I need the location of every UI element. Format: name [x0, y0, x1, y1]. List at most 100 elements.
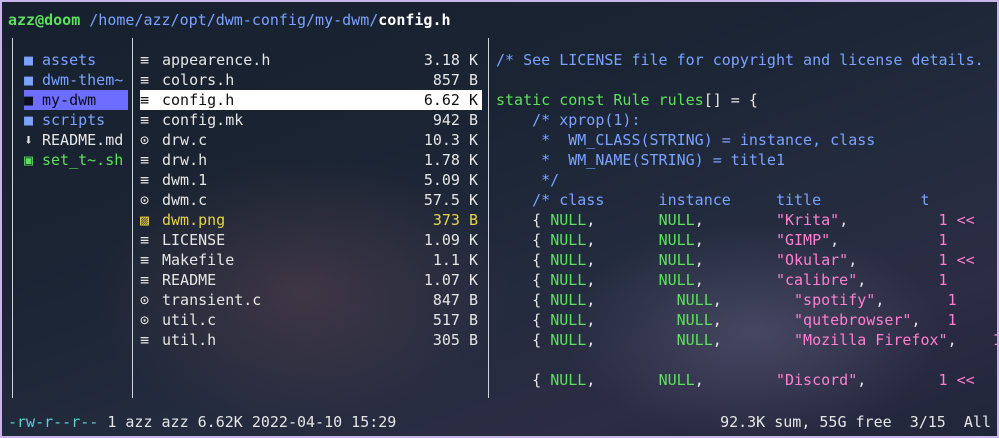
file-info: 1 azz azz 6.62K 2022-04-10 15:29: [98, 413, 397, 431]
file-row[interactable]: ⊙ dwm.c 57.5 K: [140, 190, 482, 210]
code-token: NULL: [550, 271, 587, 289]
code-line: /* class instance title t: [496, 190, 929, 210]
code-token: ,: [848, 251, 939, 269]
file-row[interactable]: ≡ config.h 6.62 K: [140, 90, 482, 110]
code-token: ,: [694, 251, 776, 269]
list-item[interactable]: ■ my-dwm: [24, 90, 128, 110]
code-line: { NULL, NULL, "calibre", 1: [496, 270, 947, 290]
text-file-icon: ≡: [140, 171, 150, 189]
list-item-name: scripts: [42, 111, 106, 129]
file-row[interactable]: ⊙ drw.c 10.3 K: [140, 130, 482, 150]
file-row[interactable]: ≡ LICENSE 1.09 K: [140, 230, 482, 250]
code-token: NULL: [676, 291, 713, 309]
code-line: { NULL, NULL, "GIMP", 1: [496, 230, 947, 250]
code-token: NULL: [658, 231, 695, 249]
list-item[interactable]: ■ dwm-them~: [24, 70, 128, 90]
image-file-icon: ▨: [140, 211, 150, 229]
file-name: util.c: [162, 311, 217, 329]
terminal-window: azz@doom /home/azz/opt/dwm-config/my-dwm…: [2, 2, 997, 436]
code-line: */: [496, 170, 559, 190]
code-token: 1 <<: [938, 251, 975, 269]
file-name: transient.c: [162, 291, 262, 309]
code-token: 1: [993, 331, 997, 349]
code-token: ,: [586, 251, 659, 269]
code-token: "Okular": [775, 251, 849, 269]
code-token: NULL: [550, 311, 587, 329]
file-size: 5.09 K: [423, 171, 478, 189]
file-row[interactable]: ≡ drw.h 1.78 K: [140, 150, 482, 170]
code-token: ,: [586, 331, 677, 349]
text-file-icon: ≡: [140, 151, 150, 169]
file-row[interactable]: ≡ appearence.h 3.18 K: [140, 50, 482, 70]
code-token: NULL: [550, 331, 587, 349]
file-row[interactable]: ⊙ util.c 517 B: [140, 310, 482, 330]
code-token: NULL: [550, 371, 587, 389]
file-row[interactable]: ⊙ transient.c 847 B: [140, 290, 482, 310]
terminal-icon: ▣: [24, 151, 34, 169]
code-token: ,: [586, 291, 677, 309]
code-line: { NULL, NULL, "Discord", 1 <<: [496, 370, 975, 390]
code-line: * WM_CLASS(STRING) = instance, class: [496, 130, 875, 150]
file-size: 57.5 K: [423, 191, 478, 209]
file-row[interactable]: ≡ colors.h 857 B: [140, 70, 482, 90]
code-line: { NULL, NULL, "spotify", 1: [496, 290, 957, 310]
code-token: ,: [911, 311, 948, 329]
file-row[interactable]: ≡ util.h 305 B: [140, 330, 482, 350]
list-item[interactable]: ⬇ README.md: [24, 130, 128, 150]
text-file-icon: ≡: [140, 331, 150, 349]
text-file-icon: ≡: [140, 271, 150, 289]
code-token: 1: [947, 311, 957, 329]
code-token: {: [496, 291, 551, 309]
file-name: config.h: [162, 91, 235, 109]
file-size: 1.07 K: [423, 271, 478, 289]
file-row[interactable]: ≡ Makefile 1.1 K: [140, 250, 482, 270]
code-token: "qutebrowser": [794, 311, 912, 329]
c-file-icon: ⊙: [140, 311, 150, 329]
file-size: 6.62 K: [423, 91, 478, 109]
code-token: ,: [712, 291, 795, 309]
file-row[interactable]: ≡ dwm.1 5.09 K: [140, 170, 482, 190]
code-token: /* class instance title t: [496, 191, 930, 209]
folder-icon: ■: [24, 51, 34, 69]
file-row[interactable]: ≡ config.mk 942 B: [140, 110, 482, 130]
file-row[interactable]: ▨ dwm.png 373 B: [140, 210, 482, 230]
folder-icon: ■: [24, 71, 34, 89]
file-size: 1.09 K: [423, 231, 478, 249]
file-size: 305 B: [432, 331, 478, 349]
code-token: {: [496, 371, 551, 389]
text-file-icon: ≡: [140, 51, 150, 69]
file-name: LICENSE: [162, 231, 226, 249]
code-line: static const Rule rules[] = {: [496, 90, 758, 110]
path-header: azz@doom /home/azz/opt/dwm-config/my-dwm…: [8, 10, 451, 30]
code-line: { NULL, NULL, "Krita", 1 <<: [496, 210, 975, 230]
user-host: azz@doom: [8, 11, 81, 29]
c-file-icon: ⊙: [140, 191, 150, 209]
code-token: ,: [586, 271, 659, 289]
code-token: NULL: [550, 291, 587, 309]
code-line: { NULL, NULL, "Okular", 1 <<: [496, 250, 975, 270]
download-icon: ⬇: [24, 131, 34, 149]
code-token: rules: [658, 91, 704, 109]
code-token: 1: [947, 291, 957, 309]
status-bar-left: -rw-r--r-- 1 azz azz 6.62K 2022-04-10 15…: [8, 412, 396, 432]
code-token: ,: [947, 331, 993, 349]
code-token: "Krita": [775, 211, 840, 229]
code-line: { NULL, NULL, "Mozilla Firefox", 1: [496, 330, 997, 350]
file-row[interactable]: ≡ README 1.07 K: [140, 270, 482, 290]
code-token: "Mozilla Firefox": [794, 331, 948, 349]
code-line: /* xprop(1):: [496, 110, 640, 130]
code-token: ,: [694, 211, 776, 229]
list-item-name: set_t~.sh: [42, 151, 124, 169]
current-file: config.h: [378, 11, 451, 29]
list-item[interactable]: ▣ set_t~.sh: [24, 150, 128, 170]
code-token: ,: [694, 371, 776, 389]
list-item[interactable]: ■ scripts: [24, 110, 128, 130]
list-item[interactable]: ■ assets: [24, 50, 128, 70]
file-size: 942 B: [432, 111, 478, 129]
file-name: config.mk: [162, 111, 244, 129]
code-token: NULL: [658, 271, 695, 289]
status-bar-right: 92.3K sum, 55G free 3/15 All: [720, 413, 991, 431]
code-line: /* See LICENSE file for copyright and li…: [496, 50, 993, 70]
code-token: ,: [875, 291, 948, 309]
